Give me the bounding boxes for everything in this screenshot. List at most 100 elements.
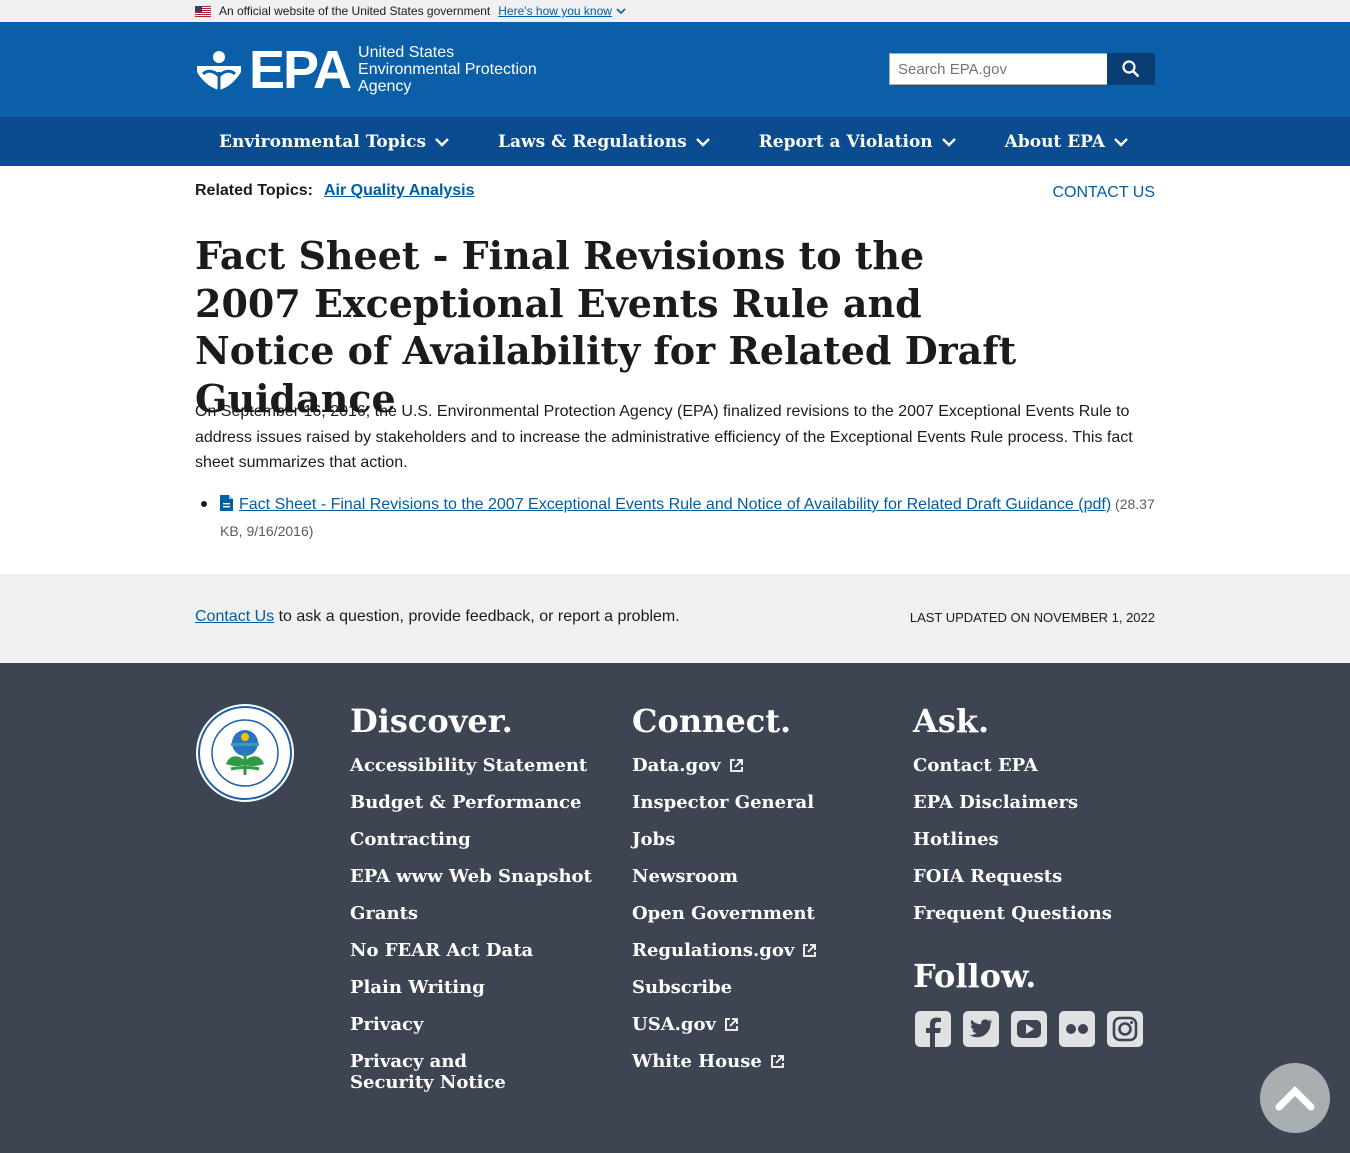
agency-name: United States Environmental Protection A… (358, 44, 537, 95)
footer-link-label: Privacy and Security Notice (350, 1051, 506, 1093)
back-to-top-button[interactable] (1260, 1063, 1330, 1133)
footer-link-label: Open Government (632, 903, 815, 924)
footer-link[interactable]: No FEAR Act Data (350, 940, 592, 961)
heres-how-you-know-link[interactable]: Here's how you know (498, 4, 626, 18)
footer-link[interactable]: Grants (350, 903, 592, 924)
footer-link-label: Accessibility Statement (350, 755, 588, 776)
follow-heading: Follow. (913, 957, 1037, 995)
footer-link-label: Contracting (350, 829, 471, 850)
footer-link[interactable]: FOIA Requests (913, 866, 1112, 887)
agency-line-3: Agency (358, 78, 412, 95)
footer-link[interactable]: Contracting (350, 829, 592, 850)
footer-link[interactable]: Accessibility Statement (350, 755, 592, 776)
footer-link[interactable]: Data.gov (632, 755, 817, 776)
footer-link-label: Grants (350, 903, 419, 924)
footer-link-label: Budget & Performance (350, 792, 582, 813)
twitter-icon[interactable] (962, 1010, 1000, 1048)
nav-laws-regulations[interactable]: Laws & Regulations (474, 132, 735, 152)
search-input[interactable] (889, 53, 1107, 85)
footer-link-label: Regulations.gov (632, 940, 795, 961)
footer-link[interactable]: Open Government (632, 903, 817, 924)
footer-link-label: Newsroom (632, 866, 739, 887)
agency-line-2: Environmental Protection (358, 61, 537, 78)
gov-banner-text: An official website of the United States… (219, 4, 491, 18)
footer-link-label: USA.gov (632, 1014, 716, 1035)
nav-environmental-topics[interactable]: Environmental Topics (195, 132, 474, 152)
footer-link[interactable]: Plain Writing (350, 977, 592, 998)
contact-us-link[interactable]: Contact Us (195, 608, 274, 625)
contact-us-link-top[interactable]: CONTACT US (1052, 184, 1155, 202)
discover-heading: Discover. (350, 702, 513, 740)
footer-link-label: Data.gov (632, 755, 721, 776)
gov-banner: An official website of the United States… (0, 0, 1350, 22)
intro-paragraph: On September 16, 2016, the U.S. Environm… (195, 403, 1133, 471)
footer-link-label: Jobs (632, 829, 676, 850)
heres-how-you-know-label: Here's how you know (498, 4, 612, 18)
footer-link[interactable]: Inspector General (632, 792, 817, 813)
footer-link-label: Inspector General (632, 792, 815, 813)
flickr-icon[interactable] (1058, 1010, 1096, 1048)
footer-link-label: Frequent Questions (913, 903, 1112, 924)
footer-link[interactable]: EPA www Web Snapshot (350, 866, 592, 887)
related-topic-link[interactable]: Air Quality Analysis (324, 182, 475, 200)
footer-link[interactable]: Frequent Questions (913, 903, 1112, 924)
external-link-icon (729, 759, 743, 772)
nav-label: Environmental Topics (219, 131, 427, 152)
feedback-message: to ask a question, provide feedback, or … (274, 608, 680, 625)
feedback-text: Contact Us to ask a question, provide fe… (195, 608, 680, 626)
footer-connect-column: Connect. Data.gov Inspector General Jobs… (632, 703, 817, 1088)
footer-link-label: EPA Disclaimers (913, 792, 1079, 813)
footer-link-label: Plain Writing (350, 977, 485, 998)
footer-link-label: EPA www Web Snapshot (350, 866, 592, 887)
feedback-bar: Contact Us to ask a question, provide fe… (0, 574, 1350, 663)
site-header: EPA United States Environmental Protecti… (0, 22, 1350, 117)
footer-link[interactable]: Privacy (350, 1014, 592, 1035)
chevron-down-icon (941, 137, 956, 147)
footer-link-label: Contact EPA (913, 755, 1038, 776)
chevron-down-icon (1114, 137, 1128, 147)
footer-link-label: Privacy (350, 1014, 424, 1035)
facebook-icon[interactable] (914, 1010, 952, 1048)
page-title: Fact Sheet - Final Revisions to the 2007… (195, 233, 1017, 421)
epa-logo[interactable]: EPA United States Environmental Protecti… (195, 43, 537, 97)
nav-about-epa[interactable]: About EPA (981, 132, 1153, 152)
footer-link[interactable]: Privacy and Security Notice (350, 1051, 550, 1093)
nav-report-violation[interactable]: Report a Violation (735, 132, 981, 152)
fact-sheet-pdf-link[interactable]: Fact Sheet - Final Revisions to the 2007… (239, 496, 1111, 513)
footer-link-label: FOIA Requests (913, 866, 1063, 887)
footer-link-label: No FEAR Act Data (350, 940, 534, 961)
connect-heading: Connect. (632, 702, 792, 740)
chevron-up-icon (1275, 1086, 1315, 1111)
social-links (914, 1010, 1144, 1048)
footer-link-label: Subscribe (632, 977, 733, 998)
nav-label: About EPA (1004, 131, 1105, 152)
footer-link-label: White House (632, 1051, 762, 1072)
chevron-down-icon (435, 137, 449, 147)
footer-link[interactable]: EPA Disclaimers (913, 792, 1112, 813)
chevron-down-icon (616, 8, 626, 15)
site-footer: Discover. Accessibility Statement Budget… (0, 663, 1350, 1153)
last-updated: LAST UPDATED ON NOVEMBER 1, 2022 (909, 610, 1155, 625)
epa-seal-icon (196, 704, 294, 802)
external-link-icon (803, 944, 817, 957)
footer-link[interactable]: Jobs (632, 829, 817, 850)
chevron-down-icon (695, 137, 710, 147)
file-icon (220, 495, 233, 511)
youtube-icon[interactable] (1010, 1010, 1048, 1048)
footer-link[interactable]: Contact EPA (913, 755, 1112, 776)
instagram-icon[interactable] (1106, 1010, 1144, 1048)
list-item: Fact Sheet - Final Revisions to the 2007… (195, 491, 1155, 545)
footer-link[interactable]: White House (632, 1051, 817, 1072)
footer-follow: Follow. (913, 958, 1144, 1048)
footer-link[interactable]: USA.gov (632, 1014, 817, 1035)
footer-link[interactable]: Regulations.gov (632, 940, 817, 961)
ask-heading: Ask. (913, 702, 990, 740)
search-icon (1122, 60, 1140, 78)
footer-link-label: Hotlines (913, 829, 999, 850)
footer-link[interactable]: Newsroom (632, 866, 817, 887)
footer-link[interactable]: Subscribe (632, 977, 817, 998)
footer-link[interactable]: Budget & Performance (350, 792, 592, 813)
nav-label: Laws & Regulations (498, 131, 687, 152)
footer-link[interactable]: Hotlines (913, 829, 1112, 850)
search-button[interactable] (1107, 53, 1155, 85)
